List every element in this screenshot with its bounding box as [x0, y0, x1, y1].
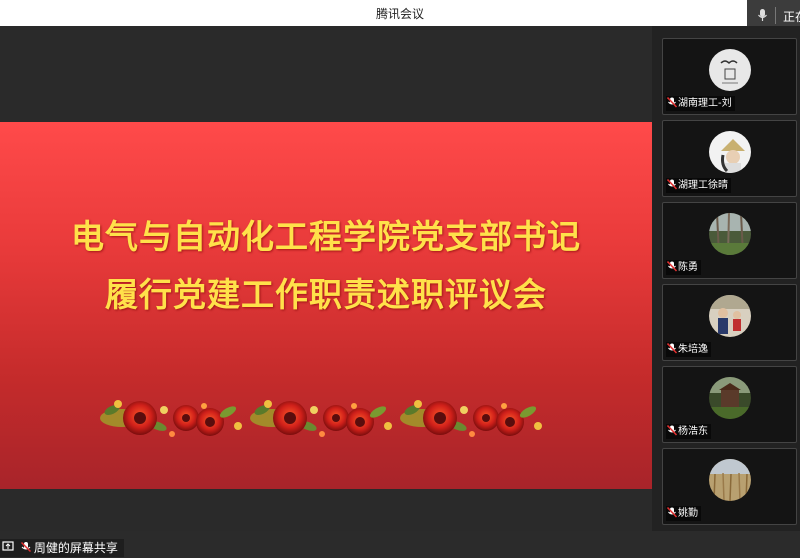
muted-mic-icon: [666, 424, 678, 436]
participant-name: 杨浩东: [666, 424, 711, 439]
presentation-slide: 电气与自动化工程学院党支部书记 履行党建工作职责述职评议会: [0, 122, 652, 489]
slide-title-line-1: 电气与自动化工程学院党支部书记: [71, 217, 581, 256]
avatar: [709, 377, 751, 419]
participant-tile[interactable]: 湖南理工-刘: [662, 38, 797, 115]
flower-garland-decoration: [100, 400, 542, 437]
mic-icon: [756, 8, 770, 25]
screen-share-label[interactable]: 周健的屏幕共享: [0, 539, 124, 557]
participant-name: 姚勤: [666, 506, 701, 521]
shared-screen-area: 电气与自动化工程学院党支部书记 履行党建工作职责述职评议会 周健的屏幕共享: [0, 26, 652, 557]
muted-mic-icon: [20, 540, 32, 558]
screen-share-owner: 周健的屏幕共享: [33, 541, 118, 555]
participant-tile[interactable]: 姚勤: [662, 448, 797, 525]
muted-mic-icon: [666, 342, 678, 354]
avatar: [709, 295, 751, 337]
participant-tile[interactable]: 陈勇: [662, 202, 797, 279]
participant-tile[interactable]: 朱培逸: [662, 284, 797, 361]
participant-name: 湖理工徐晴: [666, 178, 731, 193]
speaking-label: 正在: [783, 10, 800, 24]
muted-mic-icon: [666, 260, 678, 272]
title-bar: 腾讯会议: [0, 0, 800, 27]
avatar: [709, 459, 751, 501]
participant-name: 朱培逸: [666, 342, 711, 357]
muted-mic-icon: [666, 178, 678, 190]
window-title: 腾讯会议: [375, 7, 424, 21]
participant-tile[interactable]: 杨浩东: [662, 366, 797, 443]
muted-mic-icon: [666, 506, 678, 518]
avatar: [709, 49, 751, 91]
divider: [775, 7, 776, 24]
avatar: [709, 131, 751, 173]
participant-tile[interactable]: 湖理工徐晴: [662, 120, 797, 197]
screen-share-icon: [2, 540, 14, 558]
participant-name: 陈勇: [666, 260, 701, 275]
avatar: [709, 213, 751, 255]
participant-name: 湖南理工-刘: [666, 96, 735, 111]
slide-title-line-2: 履行党建工作职责述职评议会: [105, 275, 547, 314]
muted-mic-icon: [666, 96, 678, 108]
participant-list: 湖南理工-刘 湖理工徐晴 陈勇 朱培逸 杨浩东 姚勤: [652, 26, 800, 531]
